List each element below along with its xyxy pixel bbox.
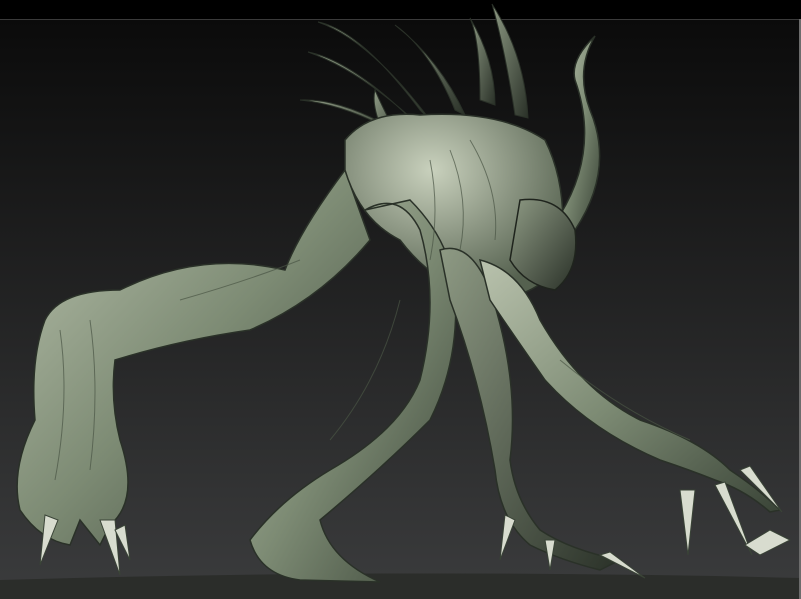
creature-render bbox=[0, 3, 801, 599]
sculpt-viewport bbox=[0, 0, 801, 599]
ground bbox=[0, 573, 801, 599]
